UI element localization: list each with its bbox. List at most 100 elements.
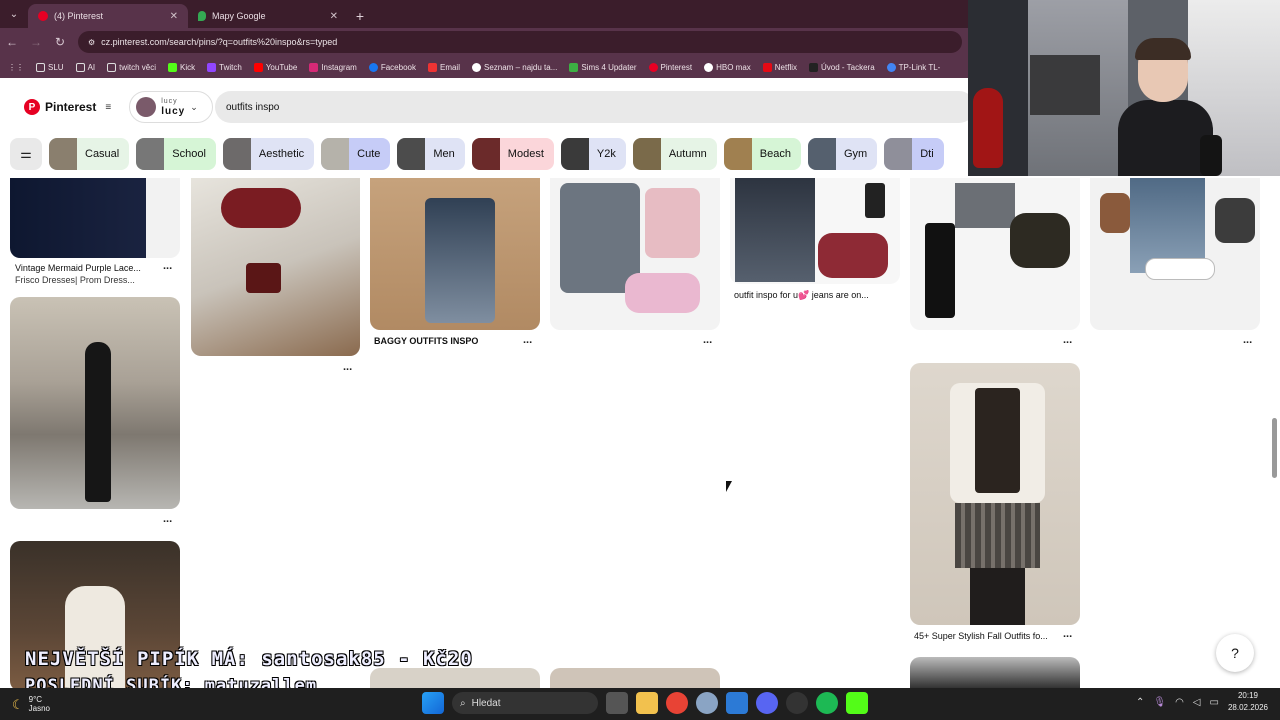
clock[interactable]: 20:19 28.02.2026 xyxy=(1228,690,1268,714)
bookmark-netflix[interactable]: Netflix xyxy=(762,62,797,72)
bookmark-facebook[interactable]: Facebook xyxy=(368,62,416,72)
pin-more-icon[interactable]: ... xyxy=(163,260,172,272)
chip-autumn[interactable]: Autumn xyxy=(632,138,717,170)
windows-start-icon[interactable] xyxy=(422,692,444,714)
pin-more-icon[interactable]: ... xyxy=(703,334,712,346)
chip-school[interactable]: School xyxy=(136,138,216,170)
taskbar-search-input[interactable]: ⌕ Hledat xyxy=(452,692,598,714)
photos-icon[interactable] xyxy=(726,692,748,714)
pin-more-icon[interactable]: ... xyxy=(1063,334,1072,346)
wifi-icon[interactable]: ◠ xyxy=(1175,697,1184,708)
pinterest-logo[interactable]: P Pinterest ≡ xyxy=(24,99,111,115)
discord-icon[interactable] xyxy=(756,692,778,714)
bookmark-sims[interactable]: Sims 4 Updater xyxy=(569,62,637,72)
tab-list-button[interactable]: ⌄ xyxy=(0,0,28,28)
account-switcher[interactable]: lucy lucy ⌄ xyxy=(129,91,214,123)
pin-bottom-col3[interactable] xyxy=(370,668,540,688)
pin-leather-boots-bag[interactable] xyxy=(910,178,1080,330)
windows-taskbar: ☾ 9°C Jasno ⌕ Hledat ⌃ 🎙 ◠ ◁ ▭ 20:19 28.… xyxy=(0,688,1280,720)
pin-more-icon[interactable]: ... xyxy=(343,361,352,373)
pin-title[interactable]: BAGGY OUTFITS INSPO xyxy=(374,336,478,346)
reload-icon[interactable]: ↻ xyxy=(48,35,72,49)
help-button[interactable]: ? xyxy=(1216,634,1254,672)
pin-plaid-skirt xyxy=(955,503,1040,568)
bookmark-kick[interactable]: Kick xyxy=(168,62,195,72)
bookmark-youtube[interactable]: YouTube xyxy=(253,62,297,72)
pin-title[interactable]: outfit inspo for u💕 jeans are on... xyxy=(734,290,869,301)
microphone-icon[interactable]: 🎙 xyxy=(1153,697,1166,708)
chip-modest[interactable]: Modest xyxy=(471,138,554,170)
bookmark-hbo[interactable]: HBO max xyxy=(704,62,751,72)
pin-bottom-col6[interactable] xyxy=(910,657,1080,688)
bookmark-twitch-veci[interactable]: twitch věci xyxy=(107,62,156,72)
pin-jeans-sneakers[interactable] xyxy=(730,178,900,284)
bookmark-slu[interactable]: SLU xyxy=(36,62,64,72)
seznam-icon xyxy=(472,62,481,72)
back-icon[interactable]: ← xyxy=(0,35,24,49)
kick-app-icon[interactable] xyxy=(846,692,868,714)
pin-title[interactable]: 45+ Super Stylish Fall Outfits fo... xyxy=(914,631,1048,641)
weather-widget[interactable]: ☾ 9°C Jasno xyxy=(12,695,50,713)
chip-thumbnail xyxy=(723,138,752,170)
tab-pinterest[interactable]: (4) Pinterest ✕ xyxy=(28,4,188,28)
search-input[interactable]: outfits inspo xyxy=(215,91,975,123)
chip-thumbnail xyxy=(222,138,251,170)
pin-mermaid-dress[interactable] xyxy=(10,178,180,258)
chip-beach[interactable]: Beach xyxy=(723,138,801,170)
bookmark-ai[interactable]: AI xyxy=(75,62,95,72)
chip-y2k[interactable]: Y2k xyxy=(560,138,626,170)
bookmark-instagram[interactable]: Instagram xyxy=(309,62,357,72)
address-bar[interactable]: ⚙ cz.pinterest.com/search/pins/?q=outfit… xyxy=(78,31,962,53)
tab-google-maps[interactable]: Mapy Google ✕ xyxy=(188,4,348,28)
apps-grid-icon[interactable]: ⋮⋮ xyxy=(8,63,24,72)
bookmark-seznam[interactable]: Seznam – najdu ta... xyxy=(472,62,557,72)
obs-icon[interactable] xyxy=(786,692,808,714)
chip-dti[interactable]: Dti xyxy=(884,138,944,170)
task-view-icon[interactable] xyxy=(606,692,628,714)
pin-jeans-adidas[interactable] xyxy=(1090,178,1260,330)
pin-more-icon[interactable]: ... xyxy=(523,334,532,346)
pin-cargo-pink-sneakers[interactable] xyxy=(550,178,720,330)
battery-icon[interactable]: ▭ xyxy=(1210,697,1219,708)
spotify-icon[interactable] xyxy=(816,692,838,714)
chip-label: Dti xyxy=(920,148,934,160)
pin-bag xyxy=(1010,213,1070,268)
new-tab-button[interactable]: + xyxy=(348,4,372,28)
chevron-up-icon[interactable]: ⌃ xyxy=(1136,697,1144,708)
chip-aesthetic[interactable]: Aesthetic xyxy=(222,138,315,170)
menu-icon[interactable]: ≡ xyxy=(105,102,111,113)
chip-casual[interactable]: Casual xyxy=(49,138,130,170)
pin-paris-black-outfit[interactable] xyxy=(10,297,180,509)
chrome-icon[interactable] xyxy=(666,692,688,714)
forward-icon[interactable]: → xyxy=(24,35,48,49)
chip-cute[interactable]: Cute xyxy=(321,138,391,170)
pin-baggy-outfit[interactable] xyxy=(370,178,540,330)
pin-title[interactable]: Vintage Mermaid Purple Lace... xyxy=(15,263,141,273)
bookmark-email[interactable]: Email xyxy=(427,62,460,72)
pin-more-icon[interactable]: ... xyxy=(1243,334,1252,346)
sims-icon xyxy=(569,62,579,72)
pin-more-icon[interactable]: ... xyxy=(1063,628,1072,640)
pin-bottom-col4[interactable] xyxy=(550,668,720,688)
filter-sliders-icon[interactable]: ⚌ xyxy=(10,138,42,170)
site-info-icon[interactable]: ⚙ xyxy=(88,38,95,47)
pin-red-scarf-bench[interactable] xyxy=(191,178,360,356)
pinterest-logo-icon: P xyxy=(24,99,40,115)
settings-icon[interactable] xyxy=(696,692,718,714)
chip-gym[interactable]: Gym xyxy=(807,138,878,170)
pin-fall-outfit[interactable] xyxy=(910,363,1080,625)
webcam-clothes-rack xyxy=(1030,55,1100,115)
file-explorer-icon[interactable] xyxy=(636,692,658,714)
close-tab-icon[interactable]: ✕ xyxy=(330,11,338,22)
speaker-icon[interactable]: ◁ xyxy=(1193,697,1201,708)
bookmark-pinterest[interactable]: Pinterest xyxy=(648,62,692,72)
tab-label: (4) Pinterest xyxy=(54,11,104,21)
page-scrollbar[interactable] xyxy=(1272,418,1277,478)
bookmark-twitch[interactable]: Twitch xyxy=(207,62,242,72)
avatar xyxy=(136,97,157,117)
pin-more-icon[interactable]: ... xyxy=(163,513,172,525)
chip-men[interactable]: Men xyxy=(397,138,465,170)
bookmark-tackera[interactable]: Úvod - Tackera xyxy=(809,62,875,72)
close-tab-icon[interactable]: ✕ xyxy=(170,11,178,22)
bookmark-tplink[interactable]: TP-Link TL- xyxy=(886,62,940,72)
